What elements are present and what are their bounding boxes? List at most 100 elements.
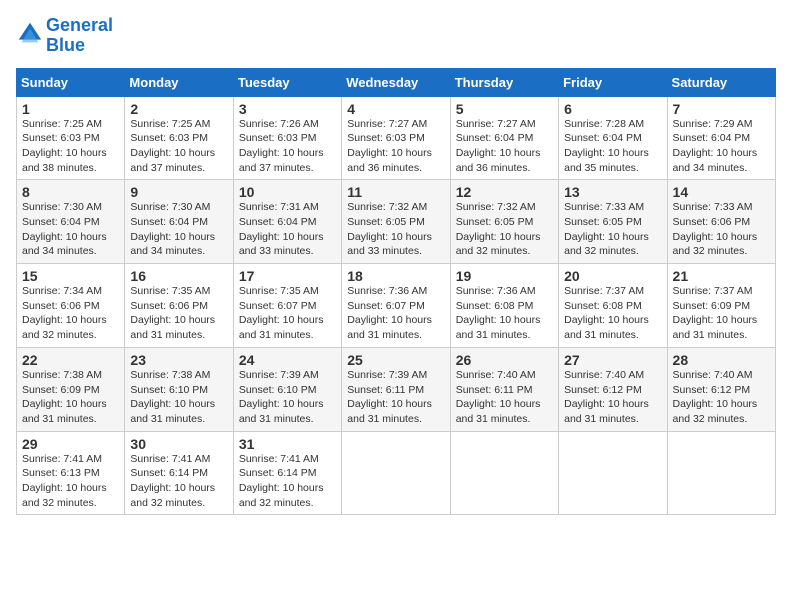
cell-date: 7 [673, 101, 770, 117]
calendar-week-5: 29 Sunrise: 7:41 AMSunset: 6:13 PMDaylig… [17, 431, 776, 515]
calendar-cell: 15 Sunrise: 7:34 AMSunset: 6:06 PMDaylig… [17, 264, 125, 348]
calendar-cell: 14 Sunrise: 7:33 AMSunset: 6:06 PMDaylig… [667, 180, 775, 264]
calendar-cell: 31 Sunrise: 7:41 AMSunset: 6:14 PMDaylig… [233, 431, 341, 515]
calendar-cell: 9 Sunrise: 7:30 AMSunset: 6:04 PMDayligh… [125, 180, 233, 264]
cell-info: Sunrise: 7:33 AMSunset: 6:06 PMDaylight:… [673, 201, 758, 257]
calendar-cell: 21 Sunrise: 7:37 AMSunset: 6:09 PMDaylig… [667, 264, 775, 348]
cell-info: Sunrise: 7:34 AMSunset: 6:06 PMDaylight:… [22, 285, 107, 341]
calendar-cell [450, 431, 558, 515]
calendar-cell: 26 Sunrise: 7:40 AMSunset: 6:11 PMDaylig… [450, 347, 558, 431]
logo: General Blue [16, 16, 113, 56]
calendar-cell: 7 Sunrise: 7:29 AMSunset: 6:04 PMDayligh… [667, 96, 775, 180]
calendar-cell: 18 Sunrise: 7:36 AMSunset: 6:07 PMDaylig… [342, 264, 450, 348]
cell-info: Sunrise: 7:37 AMSunset: 6:09 PMDaylight:… [673, 285, 758, 341]
calendar-header: SundayMondayTuesdayWednesdayThursdayFrid… [17, 68, 776, 96]
cell-info: Sunrise: 7:28 AMSunset: 6:04 PMDaylight:… [564, 118, 649, 174]
col-header-tuesday: Tuesday [233, 68, 341, 96]
calendar-cell: 30 Sunrise: 7:41 AMSunset: 6:14 PMDaylig… [125, 431, 233, 515]
calendar-cell: 16 Sunrise: 7:35 AMSunset: 6:06 PMDaylig… [125, 264, 233, 348]
calendar-week-4: 22 Sunrise: 7:38 AMSunset: 6:09 PMDaylig… [17, 347, 776, 431]
col-header-monday: Monday [125, 68, 233, 96]
calendar-cell [667, 431, 775, 515]
calendar-cell: 2 Sunrise: 7:25 AMSunset: 6:03 PMDayligh… [125, 96, 233, 180]
cell-date: 5 [456, 101, 553, 117]
cell-date: 8 [22, 184, 119, 200]
cell-date: 21 [673, 268, 770, 284]
cell-date: 17 [239, 268, 336, 284]
calendar-cell: 29 Sunrise: 7:41 AMSunset: 6:13 PMDaylig… [17, 431, 125, 515]
cell-date: 1 [22, 101, 119, 117]
cell-info: Sunrise: 7:33 AMSunset: 6:05 PMDaylight:… [564, 201, 649, 257]
cell-date: 26 [456, 352, 553, 368]
cell-date: 16 [130, 268, 227, 284]
calendar-cell: 4 Sunrise: 7:27 AMSunset: 6:03 PMDayligh… [342, 96, 450, 180]
cell-info: Sunrise: 7:41 AMSunset: 6:14 PMDaylight:… [239, 453, 324, 509]
cell-date: 2 [130, 101, 227, 117]
calendar-cell: 22 Sunrise: 7:38 AMSunset: 6:09 PMDaylig… [17, 347, 125, 431]
calendar-cell: 6 Sunrise: 7:28 AMSunset: 6:04 PMDayligh… [559, 96, 667, 180]
cell-date: 3 [239, 101, 336, 117]
cell-date: 10 [239, 184, 336, 200]
col-header-sunday: Sunday [17, 68, 125, 96]
calendar-cell [342, 431, 450, 515]
cell-info: Sunrise: 7:25 AMSunset: 6:03 PMDaylight:… [22, 118, 107, 174]
calendar-cell: 3 Sunrise: 7:26 AMSunset: 6:03 PMDayligh… [233, 96, 341, 180]
cell-date: 23 [130, 352, 227, 368]
cell-date: 22 [22, 352, 119, 368]
cell-info: Sunrise: 7:27 AMSunset: 6:04 PMDaylight:… [456, 118, 541, 174]
calendar-cell: 8 Sunrise: 7:30 AMSunset: 6:04 PMDayligh… [17, 180, 125, 264]
calendar-cell: 13 Sunrise: 7:33 AMSunset: 6:05 PMDaylig… [559, 180, 667, 264]
cell-info: Sunrise: 7:35 AMSunset: 6:06 PMDaylight:… [130, 285, 215, 341]
cell-info: Sunrise: 7:36 AMSunset: 6:07 PMDaylight:… [347, 285, 432, 341]
cell-date: 25 [347, 352, 444, 368]
cell-date: 13 [564, 184, 661, 200]
col-header-friday: Friday [559, 68, 667, 96]
cell-info: Sunrise: 7:41 AMSunset: 6:14 PMDaylight:… [130, 453, 215, 509]
cell-info: Sunrise: 7:35 AMSunset: 6:07 PMDaylight:… [239, 285, 324, 341]
calendar-cell: 1 Sunrise: 7:25 AMSunset: 6:03 PMDayligh… [17, 96, 125, 180]
cell-info: Sunrise: 7:36 AMSunset: 6:08 PMDaylight:… [456, 285, 541, 341]
calendar-cell [559, 431, 667, 515]
calendar-cell: 5 Sunrise: 7:27 AMSunset: 6:04 PMDayligh… [450, 96, 558, 180]
cell-info: Sunrise: 7:32 AMSunset: 6:05 PMDaylight:… [347, 201, 432, 257]
cell-info: Sunrise: 7:37 AMSunset: 6:08 PMDaylight:… [564, 285, 649, 341]
page-header: General Blue [16, 16, 776, 56]
cell-date: 24 [239, 352, 336, 368]
cell-info: Sunrise: 7:30 AMSunset: 6:04 PMDaylight:… [130, 201, 215, 257]
cell-date: 31 [239, 436, 336, 452]
cell-date: 15 [22, 268, 119, 284]
cell-date: 30 [130, 436, 227, 452]
cell-info: Sunrise: 7:38 AMSunset: 6:09 PMDaylight:… [22, 369, 107, 425]
calendar-table: SundayMondayTuesdayWednesdayThursdayFrid… [16, 68, 776, 516]
calendar-cell: 20 Sunrise: 7:37 AMSunset: 6:08 PMDaylig… [559, 264, 667, 348]
cell-date: 20 [564, 268, 661, 284]
cell-info: Sunrise: 7:40 AMSunset: 6:12 PMDaylight:… [673, 369, 758, 425]
cell-date: 28 [673, 352, 770, 368]
cell-date: 9 [130, 184, 227, 200]
cell-info: Sunrise: 7:29 AMSunset: 6:04 PMDaylight:… [673, 118, 758, 174]
col-header-saturday: Saturday [667, 68, 775, 96]
calendar-cell: 27 Sunrise: 7:40 AMSunset: 6:12 PMDaylig… [559, 347, 667, 431]
calendar-cell: 10 Sunrise: 7:31 AMSunset: 6:04 PMDaylig… [233, 180, 341, 264]
cell-date: 12 [456, 184, 553, 200]
cell-date: 4 [347, 101, 444, 117]
col-header-thursday: Thursday [450, 68, 558, 96]
calendar-week-2: 8 Sunrise: 7:30 AMSunset: 6:04 PMDayligh… [17, 180, 776, 264]
cell-date: 18 [347, 268, 444, 284]
cell-info: Sunrise: 7:25 AMSunset: 6:03 PMDaylight:… [130, 118, 215, 174]
cell-date: 19 [456, 268, 553, 284]
calendar-cell: 28 Sunrise: 7:40 AMSunset: 6:12 PMDaylig… [667, 347, 775, 431]
cell-info: Sunrise: 7:38 AMSunset: 6:10 PMDaylight:… [130, 369, 215, 425]
col-header-wednesday: Wednesday [342, 68, 450, 96]
cell-info: Sunrise: 7:40 AMSunset: 6:11 PMDaylight:… [456, 369, 541, 425]
calendar-cell: 17 Sunrise: 7:35 AMSunset: 6:07 PMDaylig… [233, 264, 341, 348]
cell-info: Sunrise: 7:40 AMSunset: 6:12 PMDaylight:… [564, 369, 649, 425]
cell-info: Sunrise: 7:39 AMSunset: 6:11 PMDaylight:… [347, 369, 432, 425]
calendar-cell: 23 Sunrise: 7:38 AMSunset: 6:10 PMDaylig… [125, 347, 233, 431]
cell-date: 29 [22, 436, 119, 452]
calendar-cell: 11 Sunrise: 7:32 AMSunset: 6:05 PMDaylig… [342, 180, 450, 264]
calendar-week-1: 1 Sunrise: 7:25 AMSunset: 6:03 PMDayligh… [17, 96, 776, 180]
cell-info: Sunrise: 7:27 AMSunset: 6:03 PMDaylight:… [347, 118, 432, 174]
cell-info: Sunrise: 7:39 AMSunset: 6:10 PMDaylight:… [239, 369, 324, 425]
logo-text: General Blue [46, 16, 113, 56]
